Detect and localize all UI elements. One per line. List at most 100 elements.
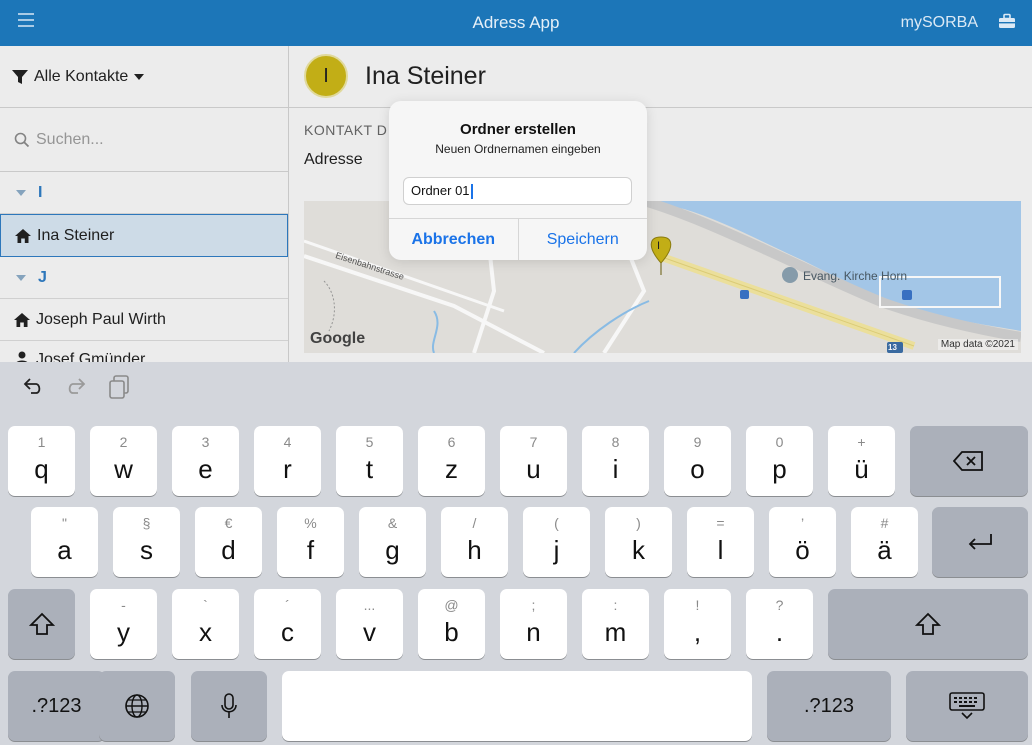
- key-b[interactable]: @ b: [418, 589, 485, 659]
- key-g[interactable]: & g: [359, 507, 426, 577]
- microphone-icon: [221, 693, 237, 718]
- key-hint: 1: [37, 434, 46, 450]
- key-hint: 8: [611, 434, 620, 450]
- key-u[interactable]: 7u: [500, 426, 567, 496]
- onscreen-keyboard: 1 q 2 w 3 e 4 r 5 t 6 z 7 u 8 i 9 o 0 p + ü " a § s € d% f & g / h(j) k = l…: [0, 362, 1032, 745]
- toolbox-icon[interactable]: [998, 13, 1016, 29]
- key-hint: :: [613, 597, 618, 613]
- key-x[interactable]: ` x: [172, 589, 239, 659]
- key-h[interactable]: / h: [441, 507, 508, 577]
- key-hint: ’: [800, 515, 805, 531]
- key-label: n: [526, 617, 541, 647]
- key-label: s: [140, 535, 153, 565]
- key-hint: +: [857, 434, 866, 450]
- key-label: g: [385, 535, 400, 565]
- key-t[interactable]: 5t: [336, 426, 403, 496]
- key-hint: §: [142, 515, 151, 531]
- return-key[interactable]: [932, 507, 1028, 577]
- key-label: ä: [877, 535, 892, 565]
- globe-icon: [125, 694, 149, 718]
- key-label: r: [283, 454, 292, 484]
- shift-key-left[interactable]: [8, 589, 75, 659]
- cancel-button[interactable]: Abbrechen: [389, 219, 519, 260]
- key-label: u: [526, 454, 541, 484]
- key-e[interactable]: 3e: [172, 426, 239, 496]
- key-label: j: [553, 535, 560, 565]
- numbers-key-label: .?123: [31, 695, 82, 717]
- space-key[interactable]: [282, 671, 752, 741]
- key-hint: €: [224, 515, 233, 531]
- app-title: Adress App: [472, 13, 560, 32]
- key-j[interactable]: (j: [523, 507, 590, 577]
- app-header: Adress App mySORBA: [0, 0, 1032, 46]
- key-hint: -: [121, 597, 126, 613]
- key-label: k: [632, 535, 645, 565]
- key-n[interactable]: ; n: [500, 589, 567, 659]
- globe-key[interactable]: [99, 671, 175, 741]
- key-label: .: [775, 617, 784, 647]
- dictation-key[interactable]: [191, 671, 267, 741]
- dialog-buttons: Abbrechen Speichern: [389, 218, 647, 260]
- key-r[interactable]: 4r: [254, 426, 321, 496]
- key-hint: ?: [775, 597, 784, 613]
- return-icon: [968, 534, 992, 550]
- key-label: y: [117, 617, 130, 647]
- paste-icon[interactable]: [108, 375, 130, 399]
- key-hint: (: [554, 515, 559, 531]
- key-label: e: [198, 454, 213, 484]
- key-hint: #: [880, 515, 889, 531]
- folder-name-value: Ordner 01: [411, 183, 470, 198]
- key-label: i: [612, 454, 619, 484]
- key-hint: ): [636, 515, 641, 531]
- key-y[interactable]: -y: [90, 589, 157, 659]
- undo-icon[interactable]: [22, 376, 44, 398]
- key-o[interactable]: 9o: [664, 426, 731, 496]
- key-ö[interactable]: ’ ö: [769, 507, 836, 577]
- redo-icon[interactable]: [65, 376, 87, 398]
- key-hint: ": [62, 515, 67, 531]
- key-hint: 0: [775, 434, 784, 450]
- key-s[interactable]: § s: [113, 507, 180, 577]
- backspace-key[interactable]: [910, 426, 1028, 496]
- save-button[interactable]: Speichern: [519, 219, 648, 260]
- key-c[interactable]: ´ c: [254, 589, 321, 659]
- key-label: w: [114, 454, 133, 484]
- key-label: ü: [854, 454, 869, 484]
- key-hint: =: [716, 515, 725, 531]
- key-m[interactable]: :m: [582, 589, 649, 659]
- key-l[interactable]: = l: [687, 507, 754, 577]
- key-hint: !: [695, 597, 700, 613]
- key-comma[interactable]: !,: [664, 589, 731, 659]
- key-hint: 7: [529, 434, 538, 450]
- key-w[interactable]: 2w: [90, 426, 157, 496]
- key-d[interactable]: € d: [195, 507, 262, 577]
- folder-name-input[interactable]: Ordner 01: [403, 177, 632, 205]
- key-label: d: [221, 535, 236, 565]
- key-hint: &: [387, 515, 398, 531]
- key-label: m: [604, 617, 627, 647]
- key-label: ö: [795, 535, 810, 565]
- key-i[interactable]: 8i: [582, 426, 649, 496]
- key-ä[interactable]: # ä: [851, 507, 918, 577]
- key-v[interactable]: ... v: [336, 589, 403, 659]
- create-folder-dialog: Ordner erstellen Neuen Ordnernamen einge…: [389, 101, 647, 260]
- key-hint: 3: [201, 434, 210, 450]
- key-k[interactable]: ) k: [605, 507, 672, 577]
- numbers-key-left[interactable]: .?123: [8, 671, 105, 741]
- backspace-icon: [953, 451, 983, 471]
- key-period[interactable]: ?.: [746, 589, 813, 659]
- numbers-key-right[interactable]: .?123: [767, 671, 891, 741]
- key-p[interactable]: 0p: [746, 426, 813, 496]
- shift-key-right[interactable]: [828, 589, 1028, 659]
- key-hint: 9: [693, 434, 702, 450]
- brand-link[interactable]: mySORBA: [901, 14, 978, 32]
- hide-keyboard-key[interactable]: [906, 671, 1028, 741]
- key-a[interactable]: " a: [31, 507, 98, 577]
- key-hint: 6: [447, 434, 456, 450]
- key-f[interactable]: % f: [277, 507, 344, 577]
- key-ü[interactable]: + ü: [828, 426, 895, 496]
- key-hint: @: [444, 597, 459, 613]
- key-hint: 5: [365, 434, 374, 450]
- key-z[interactable]: 6z: [418, 426, 485, 496]
- key-q[interactable]: 1q: [8, 426, 75, 496]
